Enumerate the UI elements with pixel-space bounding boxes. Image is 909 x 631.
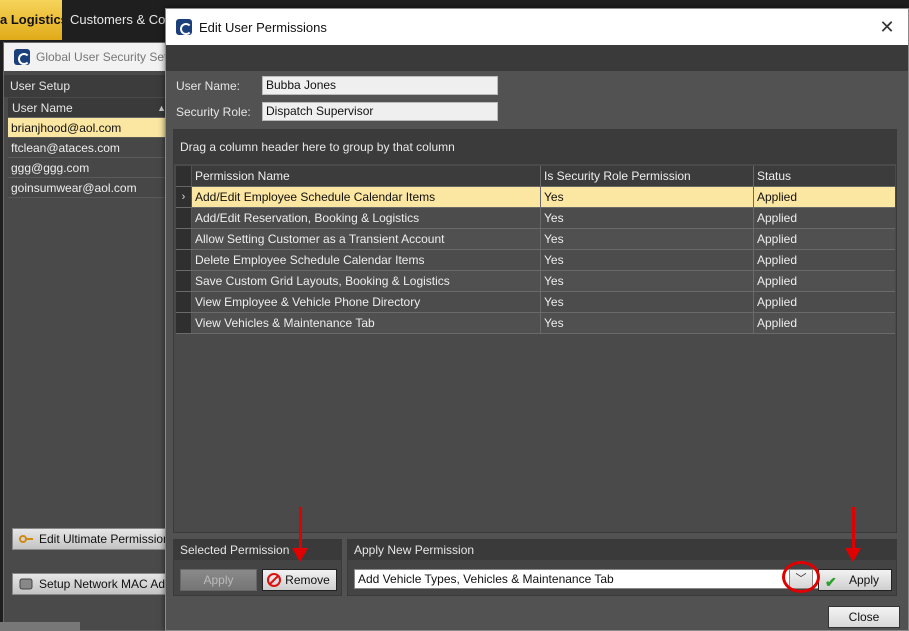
apply-button[interactable]: ✔ Apply: [818, 569, 892, 591]
row-indicator-header: [176, 166, 192, 186]
network-icon: [19, 578, 33, 590]
dialog-titlebar: Edit User Permissions ✕: [166, 9, 908, 45]
selected-permission-title: Selected Permission: [174, 540, 341, 560]
status-strip: [0, 622, 80, 631]
row-indicator: [176, 271, 192, 291]
row-indicator: [176, 229, 192, 249]
annotation-arrow-apply: [845, 507, 861, 562]
cell-status: Applied: [757, 295, 798, 309]
close-button[interactable]: Close: [828, 606, 900, 628]
app-logo-icon: [14, 49, 30, 65]
user-grid: User Name ▲ brianjhood@aol.com ftclean@a…: [8, 98, 170, 198]
row-indicator: [176, 250, 192, 270]
table-row[interactable]: Add/Edit Reservation, Booking & Logistic…: [176, 208, 895, 229]
remove-icon: [267, 573, 281, 587]
checkmark-icon: ✔: [825, 574, 837, 590]
cell-status: Applied: [757, 232, 798, 246]
table-row[interactable]: Allow Setting Customer as a Transient Ac…: [176, 229, 895, 250]
user-setup-label: User Setup: [4, 75, 172, 97]
cell-security-role: Yes: [541, 271, 754, 291]
column-header-permission-name[interactable]: Permission Name: [192, 166, 541, 186]
key-icon: [19, 535, 33, 543]
table-row[interactable]: View Employee & Vehicle Phone Directory …: [176, 292, 895, 313]
annotation-circle-dropdown: [782, 561, 820, 593]
row-indicator: [176, 208, 192, 228]
row-indicator: [176, 292, 192, 312]
cell-status: Applied: [757, 211, 798, 225]
cell-permission-name: Save Custom Grid Layouts, Booking & Logi…: [192, 271, 541, 291]
cell-security-role: Yes: [541, 292, 754, 312]
column-header-status[interactable]: Status: [754, 166, 895, 186]
cell-security-role: Yes: [541, 187, 754, 207]
cell-status: Applied: [757, 316, 798, 330]
cell-permission-name: Add/Edit Employee Schedule Calendar Item…: [192, 187, 541, 207]
tab-logistics[interactable]: a Logistics: [0, 0, 62, 40]
dialog-title: Edit User Permissions: [199, 19, 327, 35]
apply-selected-button[interactable]: Apply: [180, 569, 257, 591]
cell-security-role: Yes: [541, 250, 754, 270]
cell-security-role: Yes: [541, 229, 754, 249]
permissions-grid-panel: Drag a column header here to group by th…: [173, 129, 897, 533]
cell-permission-name: Allow Setting Customer as a Transient Ac…: [192, 229, 541, 249]
edit-user-permissions-dialog: Edit User Permissions ✕ User Name: Bubba…: [165, 8, 909, 631]
user-row[interactable]: goinsumwear@aol.com: [8, 178, 170, 198]
table-row[interactable]: Save Custom Grid Layouts, Booking & Logi…: [176, 271, 895, 292]
remove-label: Remove: [285, 573, 330, 587]
annotation-arrow-remove: [292, 507, 308, 562]
edit-ultimate-permissions-button[interactable]: Edit Ultimate Permissions: [12, 528, 172, 550]
tab-customers[interactable]: Customers & Cor: [62, 0, 172, 40]
grid-body: › Add/Edit Employee Schedule Calendar It…: [176, 187, 895, 334]
grid-header-row: Permission Name Is Security Role Permiss…: [176, 166, 895, 187]
security-role-label: Security Role:: [176, 105, 251, 119]
user-name-field: Bubba Jones: [262, 76, 498, 95]
edit-permissions-label: Edit Ultimate Permissions: [39, 532, 172, 546]
user-name-column-header[interactable]: User Name ▲: [8, 98, 170, 118]
window-title: Global User Security Setu: [36, 50, 172, 64]
cell-status: Applied: [757, 190, 798, 204]
group-by-panel[interactable]: Drag a column header here to group by th…: [174, 130, 896, 164]
cell-permission-name: View Vehicles & Maintenance Tab: [192, 313, 541, 333]
column-header-security-role[interactable]: Is Security Role Permission: [541, 166, 754, 186]
setup-network-mac-button[interactable]: Setup Network MAC Addre: [12, 573, 172, 595]
apply-label: Apply: [848, 573, 880, 587]
user-row[interactable]: ggg@ggg.com: [8, 158, 170, 178]
cell-security-role: Yes: [541, 313, 754, 333]
close-icon[interactable]: ✕: [876, 16, 898, 38]
remove-button[interactable]: Remove: [262, 569, 337, 591]
window-titlebar: Global User Security Setu: [4, 43, 172, 71]
row-indicator: [176, 313, 192, 333]
selected-permission-panel: Selected Permission Apply Remove: [173, 539, 342, 596]
app-logo-icon: [176, 19, 192, 35]
new-permission-dropdown[interactable]: Add Vehicle Types, Vehicles & Maintenanc…: [354, 569, 821, 589]
apply-new-permission-title: Apply New Permission: [348, 540, 896, 560]
cell-permission-name: Delete Employee Schedule Calendar Items: [192, 250, 541, 270]
security-role-field: Dispatch Supervisor: [262, 102, 498, 121]
row-indicator-icon: ›: [176, 187, 192, 207]
cell-security-role: Yes: [541, 208, 754, 228]
user-row[interactable]: ftclean@ataces.com: [8, 138, 170, 158]
cell-status: Applied: [757, 253, 798, 267]
cell-status: Applied: [757, 274, 798, 288]
setup-mac-label: Setup Network MAC Addre: [39, 577, 172, 591]
user-row[interactable]: brianjhood@aol.com: [8, 118, 170, 138]
user-name-label: User Name:: [176, 79, 241, 93]
cell-permission-name: Add/Edit Reservation, Booking & Logistic…: [192, 208, 541, 228]
table-row[interactable]: Delete Employee Schedule Calendar Items …: [176, 250, 895, 271]
user-name-header-label: User Name: [12, 101, 73, 115]
dialog-header-band: [166, 45, 908, 71]
table-row[interactable]: View Vehicles & Maintenance Tab Yes Appl…: [176, 313, 895, 334]
global-user-security-window: Global User Security Setu User Setup Use…: [3, 42, 173, 631]
permissions-grid: Permission Name Is Security Role Permiss…: [176, 166, 895, 334]
table-row[interactable]: › Add/Edit Employee Schedule Calendar It…: [176, 187, 895, 208]
cell-permission-name: View Employee & Vehicle Phone Directory: [192, 292, 541, 312]
